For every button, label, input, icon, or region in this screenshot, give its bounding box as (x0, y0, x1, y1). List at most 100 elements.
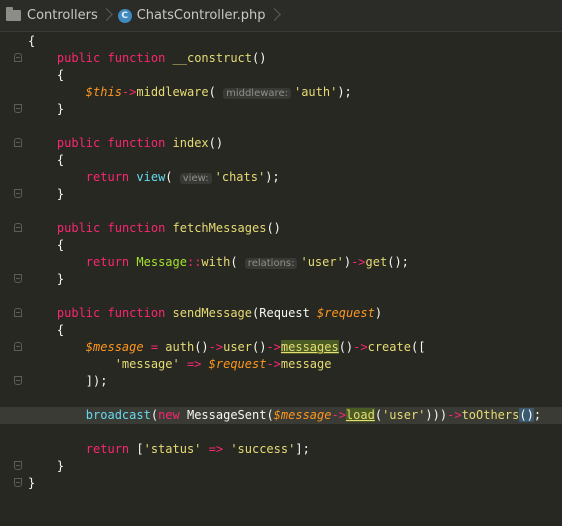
code-line[interactable]: ]); (0, 373, 562, 390)
code-token: { (56, 238, 65, 252)
code-token: ( (150, 408, 159, 422)
code-token: ))) (425, 408, 448, 422)
code-token: 'chats' (214, 170, 266, 184)
code-token: return (85, 255, 130, 269)
code-line[interactable]: $this->middleware( middleware:'auth'); (0, 84, 562, 101)
code-token: return (85, 442, 130, 456)
code-line[interactable] (0, 424, 562, 441)
code-line[interactable]: return Message::with( relations:'user')-… (0, 254, 562, 271)
code-token: { (56, 153, 65, 167)
code-token: $message (85, 340, 144, 354)
code-token: ); (265, 170, 280, 184)
code-editor[interactable]: { public function __construct() { $this-… (0, 32, 562, 512)
code-line[interactable] (0, 118, 562, 135)
code-line[interactable]: 'message' => $request->message (0, 356, 562, 373)
code-token: Message (136, 255, 187, 269)
code-token: public (56, 136, 101, 150)
code-line[interactable]: public function fetchMessages() (0, 220, 562, 237)
code-token: () (266, 221, 281, 235)
code-token: () (252, 51, 267, 65)
code-token: (Request (252, 306, 318, 320)
code-line[interactable]: } (0, 101, 562, 118)
code-token: $request (317, 306, 375, 320)
code-token: function (107, 136, 166, 150)
code-token: = (143, 340, 166, 354)
breadcrumb-folder-label: Controllers (27, 8, 98, 23)
code-line[interactable]: public function index() (0, 135, 562, 152)
code-token: -> (351, 255, 366, 269)
code-token: () (194, 340, 209, 354)
code-token: { (56, 68, 65, 82)
code-token: auth (165, 340, 195, 354)
code-token: -> (266, 340, 281, 354)
breadcrumb-file-label: ChatsController.php (136, 8, 266, 23)
code-token: ( (165, 170, 173, 184)
code-token: function (107, 306, 166, 320)
code-token: create (367, 340, 411, 354)
code-line[interactable]: { (0, 152, 562, 169)
code-token: messages (280, 340, 339, 354)
code-line[interactable]: } (0, 458, 562, 475)
code-line[interactable]: } (0, 271, 562, 288)
code-line[interactable] (0, 288, 562, 305)
code-line[interactable]: { (0, 67, 562, 84)
code-line-current[interactable]: broadcast(new MessageSent($message->load… (0, 407, 562, 424)
code-token: () (208, 136, 224, 150)
breadcrumb-folder[interactable]: Controllers (6, 7, 98, 23)
code-token: () (252, 340, 267, 354)
code-token: ( (208, 85, 216, 99)
code-line[interactable]: } (0, 186, 562, 203)
code-line[interactable]: { (0, 33, 562, 50)
breadcrumb-separator-icon (102, 7, 112, 25)
code-token: return (85, 170, 130, 184)
code-token: 'status' (143, 442, 202, 456)
code-line[interactable]: } (0, 475, 562, 492)
code-line[interactable]: { (0, 237, 562, 254)
code-token: user (223, 340, 252, 354)
parameter-hint: view: (179, 173, 212, 184)
code-token: public (56, 51, 101, 65)
code-token: :: (186, 255, 202, 269)
code-token: -> (353, 340, 368, 354)
code-line[interactable]: return ['status' => 'success']; (0, 441, 562, 458)
code-token: 'message' (114, 357, 180, 371)
code-token: get (365, 255, 388, 269)
php-class-icon: C (117, 8, 132, 23)
code-token: => (179, 357, 209, 371)
code-line[interactable]: public function __construct() (0, 50, 562, 67)
code-token: sendMessage (172, 306, 253, 320)
code-token: index (172, 136, 209, 150)
code-token: } (56, 272, 65, 286)
code-token: $this (85, 85, 122, 99)
code-token: [ (129, 442, 144, 456)
code-token: public (56, 306, 101, 320)
code-token: ; (533, 408, 542, 422)
code-line[interactable]: { (0, 322, 562, 339)
code-token: -> (447, 408, 462, 422)
code-token: MessageSent( (179, 408, 274, 422)
code-line[interactable]: public function sendMessage(Request $req… (0, 305, 562, 322)
code-token: fetchMessages (172, 221, 267, 235)
code-token: => (201, 442, 231, 456)
code-line[interactable]: $message = auth()->user()->messages()->c… (0, 339, 562, 356)
breadcrumb-separator-icon (270, 7, 280, 25)
code-token-caret: () (519, 408, 534, 422)
code-token: -> (121, 85, 137, 99)
code-token: load (345, 408, 375, 422)
breadcrumb-file[interactable]: C ChatsController.php (117, 8, 266, 23)
code-token: 'user' (382, 408, 426, 422)
parameter-hint: relations: (244, 258, 298, 269)
code-token: 'auth' (293, 85, 338, 99)
code-token: -> (208, 340, 224, 354)
code-token: broadcast (85, 408, 151, 422)
code-token: ) (374, 306, 383, 320)
code-line[interactable] (0, 203, 562, 220)
code-token: } (56, 102, 65, 116)
code-token: function (107, 221, 166, 235)
code-line[interactable] (0, 390, 562, 407)
code-token: () (338, 340, 354, 354)
code-token: -> (266, 357, 281, 371)
code-line[interactable]: return view( view:'chats'); (0, 169, 562, 186)
parameter-hint: middleware: (223, 88, 291, 99)
code-token: __construct (172, 51, 253, 65)
